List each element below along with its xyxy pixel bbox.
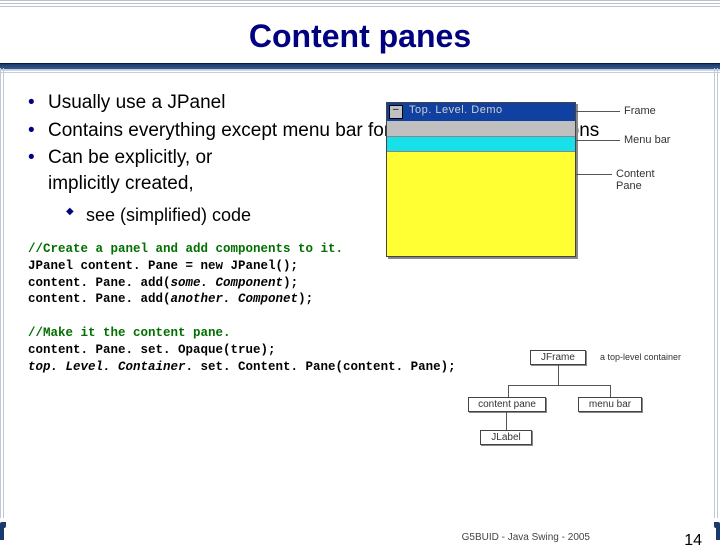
diagram-frame: Top. Level. Demo bbox=[386, 102, 576, 257]
connector-line bbox=[610, 385, 611, 397]
diagram-node-menubar: menu bar bbox=[578, 397, 642, 412]
diagram-node-contentpane: content pane bbox=[468, 397, 546, 412]
code-italic: some. Component bbox=[171, 276, 284, 290]
diagram-label-frame: Frame bbox=[624, 105, 656, 117]
leader-line bbox=[576, 111, 620, 112]
leader-line bbox=[576, 140, 620, 141]
connector-line bbox=[506, 412, 507, 430]
decorative-top-lines bbox=[0, 0, 720, 8]
code-line: ); bbox=[283, 276, 298, 290]
diagram-hierarchy: JFrame a top-level container content pan… bbox=[450, 350, 700, 500]
diagram-annotation: a top-level container bbox=[600, 352, 681, 362]
code-comment: //Make it the content pane. bbox=[28, 326, 231, 340]
bullet-text-continued: implicitly created, bbox=[28, 171, 194, 197]
corner-ornament-right bbox=[706, 522, 720, 540]
diagram-node-jlabel: JLabel bbox=[480, 430, 532, 445]
title-divider bbox=[0, 63, 720, 77]
decorative-left-gutter bbox=[0, 68, 6, 518]
connector-line bbox=[558, 365, 559, 385]
diagram-titlebar: Top. Level. Demo bbox=[387, 103, 575, 121]
bullet-text: Can be explicitly, or bbox=[48, 147, 212, 168]
code-italic: top. Level. Container bbox=[28, 360, 186, 374]
leader-line bbox=[576, 174, 612, 175]
diagram-cyan-strip bbox=[387, 137, 575, 151]
code-line: content. Pane. set. Opaque(true); bbox=[28, 343, 276, 357]
diagram-menubar-area bbox=[387, 121, 575, 137]
footer-caption: G5BUID - Java Swing - 2005 bbox=[462, 532, 590, 543]
code-line: content. Pane. add( bbox=[28, 276, 171, 290]
decorative-right-gutter bbox=[714, 68, 720, 518]
diagram-label-menubar: Menu bar bbox=[624, 134, 670, 146]
connector-line bbox=[508, 385, 610, 386]
diagram-label-contentpane: Content Pane bbox=[616, 168, 680, 192]
diagram-content-area bbox=[387, 151, 575, 256]
slide-number: 14 bbox=[684, 532, 702, 550]
diagram-window-layers: Top. Level. Demo Frame Menu bar Content … bbox=[380, 96, 680, 266]
code-line: . set. Content. Pane(content. Pane); bbox=[186, 360, 456, 374]
code-line: ); bbox=[298, 292, 313, 306]
system-menu-icon bbox=[389, 105, 403, 119]
diagram-node-jframe: JFrame bbox=[530, 350, 586, 365]
code-line: content. Pane. add( bbox=[28, 292, 171, 306]
slide-title: Content panes bbox=[0, 0, 720, 63]
code-line: JPanel content. Pane = new JPanel(); bbox=[28, 259, 298, 273]
diagram-window-caption: Top. Level. Demo bbox=[409, 104, 503, 116]
code-comment: //Create a panel and add components to i… bbox=[28, 242, 343, 256]
connector-line bbox=[508, 385, 509, 397]
corner-ornament-left bbox=[0, 522, 14, 540]
code-italic: another. Componet bbox=[171, 292, 299, 306]
